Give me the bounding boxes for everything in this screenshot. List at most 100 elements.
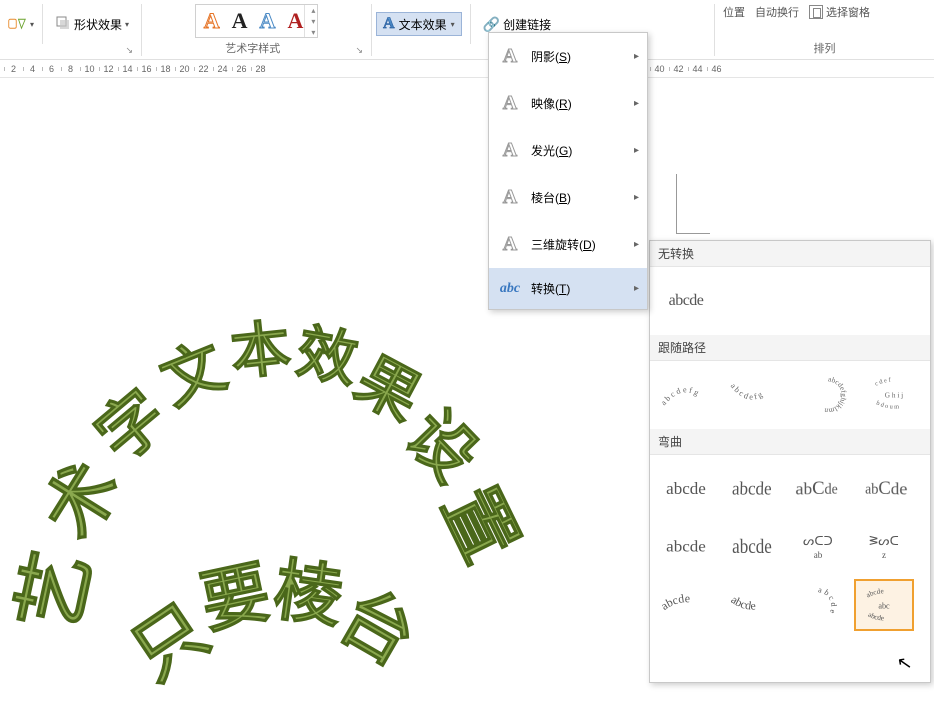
submenu-arrow-icon: ▸	[634, 98, 639, 109]
dropdown-item-shadow[interactable]: A 阴影(S) ▸	[489, 33, 647, 80]
chevron-down-icon: ▾	[125, 20, 129, 29]
dropdown-item-glow[interactable]: A 发光(G) ▸	[489, 127, 647, 174]
rotation-a-icon: A	[499, 233, 521, 256]
separator	[42, 4, 43, 44]
wrap-label[interactable]: 自动换行	[755, 4, 799, 20]
group-label: 排列	[814, 40, 836, 56]
svg-text:c d e f: c d e f	[874, 376, 892, 387]
text-effects-a-icon: A	[383, 15, 395, 33]
transform-option-warp9[interactable]: abcde	[656, 579, 716, 631]
svg-text:abcde: abcde	[867, 611, 884, 623]
transform-option-button[interactable]: c d e fG h i jb d o u m	[864, 369, 924, 421]
section-header-no-transform: 无转换	[650, 241, 930, 267]
transform-option-circle[interactable]: abcdefghijklmn	[798, 369, 858, 421]
ruler-tick: 40	[650, 64, 669, 74]
text-effects-dropdown: A 阴影(S) ▸ A 映像(R) ▸ A 发光(G) ▸ A 棱台(B) ▸ …	[488, 32, 648, 310]
svg-text:ᕒᔕᑕ: ᕒᔕᑕ	[869, 534, 899, 548]
chevron-down-icon: ▾	[451, 20, 455, 29]
transform-option-arch-down[interactable]: a b c d e f g	[722, 369, 782, 421]
dropdown-item-bevel[interactable]: A 棱台(B) ▸	[489, 174, 647, 221]
selection-pane-button[interactable]: 选择窗格	[809, 4, 870, 20]
wordart-styles-group: A A A A ▴▾▾ 艺术字样式 ↘	[142, 4, 372, 56]
transform-option-warp6[interactable]: abcde	[722, 521, 782, 573]
wordart-gallery[interactable]: A A A A ▴▾▾	[195, 4, 319, 38]
wordart-style-blue-icon[interactable]: A	[256, 7, 280, 35]
dropdown-label: 映像(R)	[531, 95, 572, 112]
transform-option-warp5[interactable]: abcde	[656, 521, 716, 573]
svg-text:ab: ab	[814, 550, 823, 560]
ruler-tick: 6	[42, 64, 61, 74]
transform-abc-icon: abc	[499, 281, 521, 297]
wordart-style-black-icon[interactable]: A	[228, 7, 252, 35]
transform-option-warp3[interactable]: abCde	[788, 463, 848, 515]
dropdown-item-reflection[interactable]: A 映像(R) ▸	[489, 80, 647, 127]
shape-effects-icon	[55, 15, 71, 34]
svg-text:z: z	[882, 550, 886, 560]
chevron-down-icon[interactable]: ▾	[30, 20, 34, 29]
transform-option-warp8[interactable]: ᕒᔕᑕ z	[854, 521, 914, 573]
dropdown-label: 棱台(B)	[531, 189, 571, 206]
ruler-tick: 10	[80, 64, 99, 74]
wordart-object[interactable]: 艺 术 字 文 本 效 果 设 置 只 要 棱 台	[0, 284, 530, 714]
dropdown-item-transform[interactable]: abc 转换(T) ▸	[489, 268, 647, 309]
selection-pane-label: 选择窗格	[826, 4, 870, 20]
ruler-tick: 28	[251, 64, 270, 74]
create-link-label: 创建链接	[503, 16, 551, 33]
wordart-style-orange-icon[interactable]: A	[200, 7, 224, 35]
shape-effects-button[interactable]: 形状效果 ▾	[51, 13, 133, 36]
ruler-tick: 22	[194, 64, 213, 74]
wordart-style-red-icon[interactable]: A	[283, 7, 307, 35]
ruler-tick: 2	[4, 64, 23, 74]
text-effects-label: 文本效果	[399, 16, 447, 33]
shadow-a-icon: A	[499, 45, 521, 68]
gallery-scroll[interactable]: ▴▾▾	[311, 6, 315, 37]
svg-text:G h i j: G h i j	[885, 392, 903, 400]
ruler-tick: 44	[688, 64, 707, 74]
svg-text:abcdefghijklmn: abcdefghijklmn	[824, 375, 848, 415]
transform-option-warp12[interactable]: abcdeabcabcde	[854, 579, 914, 631]
submenu-arrow-icon: ▸	[634, 145, 639, 156]
ribbon-toolbar: ▾ 形状效果 ▾ ↘ A A A A ▴▾▾ 艺术字样式 ↘ A 文	[0, 0, 934, 60]
transform-option-none[interactable]: abcde	[656, 275, 716, 327]
submenu-arrow-icon: ▸	[634, 192, 639, 203]
transform-option-warp11[interactable]: a b c d e	[788, 579, 848, 631]
ruler-tick: 42	[669, 64, 688, 74]
dropdown-label: 转换(T)	[531, 280, 570, 297]
ruler-tick: 24	[213, 64, 232, 74]
wordart-char: 本	[226, 299, 295, 392]
dropdown-item-3drotation[interactable]: A 三维旋转(D) ▸	[489, 221, 647, 268]
shape-group: ▾ 形状效果 ▾ ↘	[0, 4, 142, 56]
dropdown-label: 阴影(S)	[531, 48, 571, 65]
position-label[interactable]: 位置	[723, 4, 745, 20]
transform-option-warp7[interactable]: ᔕᑕᑐ ab	[788, 521, 848, 573]
ruler-tick: 18	[156, 64, 175, 74]
submenu-arrow-icon: ▸	[634, 283, 639, 294]
submenu-arrow-icon: ▸	[634, 239, 639, 250]
transform-option-warp10[interactable]: abcde	[722, 579, 782, 631]
ruler-tick: 46	[707, 64, 726, 74]
transform-option-warp1[interactable]: abcde	[656, 463, 716, 515]
svg-text:abcde: abcde	[729, 592, 756, 612]
svg-text:ᔕᑕᑐ: ᔕᑕᑐ	[803, 534, 833, 548]
section-header-follow-path: 跟随路径	[650, 335, 930, 361]
svg-text:abcde: abcde	[658, 591, 690, 613]
ruler-tick: 26	[232, 64, 251, 74]
text-effects-button[interactable]: A 文本效果 ▾	[376, 12, 462, 36]
transform-option-warp2[interactable]: abcde	[722, 463, 782, 515]
dropdown-label: 发光(G)	[531, 142, 572, 159]
image-placeholder	[676, 174, 710, 234]
group-label: 艺术字样式	[225, 40, 280, 56]
shape-sample-icon	[8, 17, 26, 31]
reflection-a-icon: A	[499, 92, 521, 115]
dialog-launcher-icon[interactable]: ↘	[355, 45, 363, 56]
transform-option-arch-up[interactable]: a b c d e f g	[656, 369, 716, 421]
dialog-launcher-icon[interactable]: ↘	[126, 45, 134, 56]
ruler-tick: 14	[118, 64, 137, 74]
bevel-a-icon: A	[499, 186, 521, 209]
ruler-tick: 12	[99, 64, 118, 74]
transform-option-warp4[interactable]: abCde	[854, 463, 914, 515]
svg-text:a b c d e f g: a b c d e f g	[729, 381, 764, 401]
horizontal-ruler[interactable]: 2 4 6 8 10 12 14 16 18 20 22 24 26 28 40…	[0, 60, 934, 78]
ruler-tick: 8	[61, 64, 80, 74]
wordart-char: 艺	[0, 540, 112, 640]
